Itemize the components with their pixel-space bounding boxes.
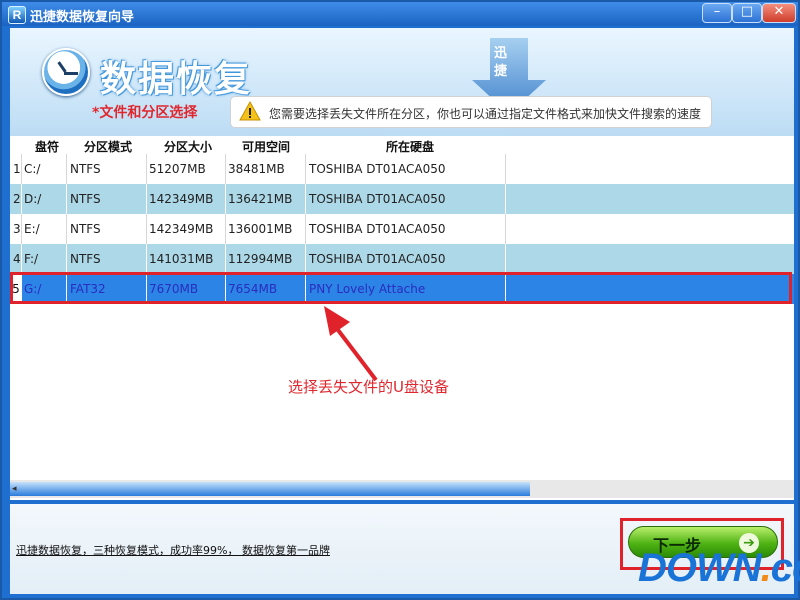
brand-char-2: 捷 bbox=[494, 64, 508, 79]
partition-list-panel: 盘符 分区模式 分区大小 可用空间 所在硬盘 1 C:/ NTFS 51207M… bbox=[10, 136, 794, 500]
cell-disk: TOSHIBA DT01ACA050 bbox=[309, 162, 446, 176]
column-header-size[interactable]: 分区大小 bbox=[150, 138, 226, 155]
column-divider bbox=[21, 244, 22, 274]
cell-mode: NTFS bbox=[70, 252, 101, 266]
column-header-mode[interactable]: 分区模式 bbox=[68, 138, 148, 155]
column-divider bbox=[146, 244, 147, 274]
cell-free: 112994MB bbox=[228, 252, 293, 266]
cell-size: 51207MB bbox=[149, 162, 206, 176]
row-index: 4 bbox=[13, 252, 21, 266]
scrollbar-thumb[interactable] bbox=[10, 482, 530, 496]
column-divider bbox=[305, 184, 306, 214]
column-divider bbox=[305, 244, 306, 274]
column-divider bbox=[66, 244, 67, 274]
cell-disk: TOSHIBA DT01ACA050 bbox=[309, 222, 446, 236]
row-index: 5 bbox=[10, 274, 22, 304]
brand-char-1: 迅 bbox=[494, 46, 508, 61]
column-divider bbox=[225, 214, 226, 244]
column-divider bbox=[225, 274, 226, 304]
wizard-header: 数据恢复 迅 捷 *文件和分区选择 您需要选择丢失文件所在分区，你也可以通过指定… bbox=[10, 28, 794, 136]
table-row-selected[interactable]: 5 G:/ FAT32 7670MB 7654MB PNY Lovely Att… bbox=[10, 274, 794, 304]
cell-mode: FAT32 bbox=[70, 282, 106, 296]
red-arrow-icon bbox=[324, 306, 378, 382]
column-divider bbox=[505, 244, 506, 274]
column-divider bbox=[225, 244, 226, 274]
cell-free: 136421MB bbox=[228, 192, 293, 206]
clock-minute-hand bbox=[64, 72, 78, 75]
cell-free: 7654MB bbox=[228, 282, 278, 296]
cell-drive: F:/ bbox=[24, 252, 39, 266]
cell-disk: TOSHIBA DT01ACA050 bbox=[309, 192, 446, 206]
window-title: 迅捷数据恢复向导 bbox=[30, 10, 135, 25]
column-divider bbox=[305, 274, 306, 304]
column-divider bbox=[225, 184, 226, 214]
row-index: 2 bbox=[13, 192, 21, 206]
row-index: 1 bbox=[13, 162, 21, 176]
cell-size: 141031MB bbox=[149, 252, 214, 266]
cell-drive: G:/ bbox=[24, 282, 42, 296]
cell-free: 38481MB bbox=[228, 162, 285, 176]
table-header: 盘符 分区模式 分区大小 可用空间 所在硬盘 bbox=[10, 136, 794, 155]
watermark-dot: . bbox=[760, 546, 772, 590]
column-divider bbox=[66, 214, 67, 244]
column-divider bbox=[225, 154, 226, 184]
cell-mode: NTFS bbox=[70, 222, 101, 236]
column-divider bbox=[66, 274, 67, 304]
tip-text: 您需要选择丢失文件所在分区，你也可以通过指定文件格式来加快文件搜索的速度 bbox=[269, 107, 702, 121]
section-subtitle: *文件和分区选择 bbox=[92, 105, 198, 121]
column-header-drive[interactable]: 盘符 bbox=[24, 138, 70, 155]
close-button[interactable]: ✕ bbox=[762, 3, 796, 23]
column-divider bbox=[305, 154, 306, 184]
column-header-disk[interactable]: 所在硬盘 bbox=[310, 138, 510, 155]
column-divider bbox=[66, 154, 67, 184]
cell-drive: D:/ bbox=[24, 192, 42, 206]
table-row[interactable]: 2 D:/ NTFS 142349MB 136421MB TOSHIBA DT0… bbox=[10, 184, 794, 214]
column-divider bbox=[146, 154, 147, 184]
tip-box: 您需要选择丢失文件所在分区，你也可以通过指定文件格式来加快文件搜索的速度 bbox=[230, 96, 712, 128]
table-row[interactable]: 1 C:/ NTFS 51207MB 38481MB TOSHIBA DT01A… bbox=[10, 154, 794, 184]
app-window: R 迅捷数据恢复向导 – □ ✕ 数据恢复 迅 捷 *文件和分区选择 您需要选择… bbox=[0, 0, 800, 600]
footer-tagline-link[interactable]: 迅捷数据恢复，三种恢复模式，成功率99%， 数据恢复第一品牌 bbox=[16, 542, 330, 558]
cell-mode: NTFS bbox=[70, 192, 101, 206]
column-divider bbox=[66, 184, 67, 214]
watermark-logo: DOWN.cc bbox=[638, 546, 800, 598]
watermark-suffix: cc bbox=[770, 546, 800, 590]
column-divider bbox=[505, 214, 506, 244]
cell-drive: E:/ bbox=[24, 222, 40, 236]
warning-icon bbox=[239, 101, 261, 121]
scroll-left-icon[interactable]: ◂ bbox=[12, 484, 17, 494]
table-row[interactable]: 4 F:/ NTFS 141031MB 112994MB TOSHIBA DT0… bbox=[10, 244, 794, 274]
annotation-callout: 选择丢失文件的U盘设备 bbox=[288, 378, 449, 396]
column-divider bbox=[505, 154, 506, 184]
column-divider bbox=[505, 274, 506, 304]
column-divider bbox=[21, 154, 22, 184]
column-divider bbox=[21, 184, 22, 214]
cell-size: 7670MB bbox=[149, 282, 199, 296]
cell-drive: C:/ bbox=[24, 162, 41, 176]
table-row[interactable]: 3 E:/ NTFS 142349MB 136001MB TOSHIBA DT0… bbox=[10, 214, 794, 244]
column-header-free[interactable]: 可用空间 bbox=[228, 138, 304, 155]
page-title: 数据恢复 bbox=[100, 59, 253, 100]
column-divider bbox=[305, 214, 306, 244]
watermark-brand: DOWN bbox=[638, 546, 762, 590]
app-logo-icon: R bbox=[8, 6, 26, 24]
cell-size: 142349MB bbox=[149, 192, 214, 206]
column-divider bbox=[21, 214, 22, 244]
title-bar[interactable]: R 迅捷数据恢复向导 – □ ✕ bbox=[2, 2, 798, 26]
column-divider bbox=[146, 184, 147, 214]
horizontal-scrollbar[interactable]: ◂ bbox=[10, 480, 794, 498]
column-divider bbox=[146, 274, 147, 304]
cell-size: 142349MB bbox=[149, 222, 214, 236]
column-divider bbox=[505, 184, 506, 214]
maximize-button[interactable]: □ bbox=[732, 3, 762, 23]
cell-mode: NTFS bbox=[70, 162, 101, 176]
cell-disk: TOSHIBA DT01ACA050 bbox=[309, 252, 446, 266]
row-index: 3 bbox=[13, 222, 21, 236]
minimize-button[interactable]: – bbox=[702, 3, 732, 23]
cell-free: 136001MB bbox=[228, 222, 293, 236]
column-divider bbox=[146, 214, 147, 244]
